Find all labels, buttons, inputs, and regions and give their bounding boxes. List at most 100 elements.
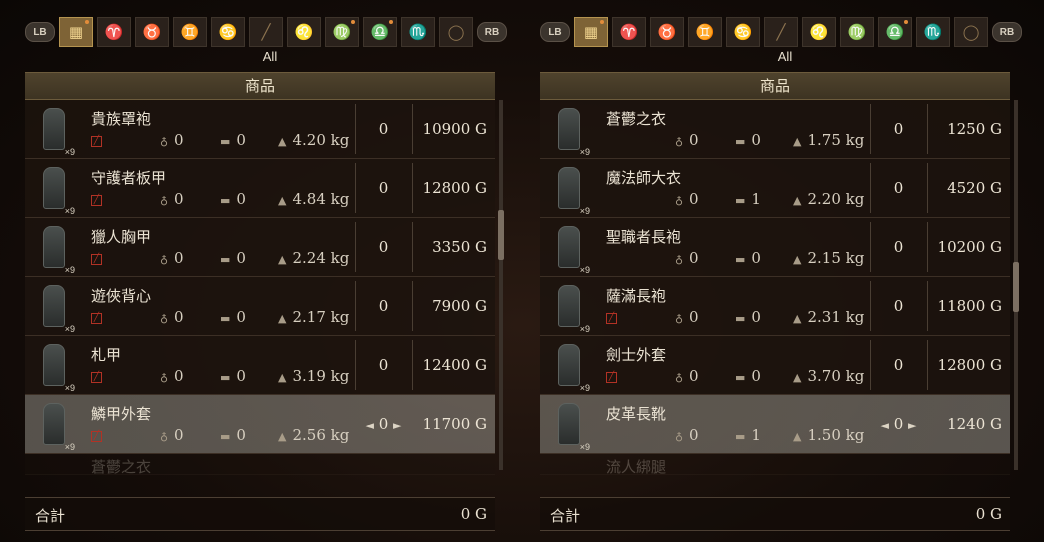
tab-helmet[interactable]: ♉	[135, 17, 169, 47]
item-price: 12800 G	[937, 356, 1002, 374]
weight-icon: ▲	[278, 312, 287, 325]
item-row[interactable]: ×9 札甲 ╱ ♁ 0 ▬ 0 ▲ 3.19 kg 0 12400 G	[25, 336, 495, 395]
purchase-count[interactable]: 0	[355, 179, 412, 197]
item-row[interactable]: ×9 聖職者長袍 ♁ 0 ▬ 0 ▲ 2.15 kg 0 10200 G	[540, 218, 1010, 277]
stat-1: ♁ 0	[160, 308, 184, 326]
scrollbar-thumb[interactable]	[1013, 262, 1019, 312]
item-row[interactable]: ×9 蒼鬱之衣 ♁ 0 ▬ 0 ▲ 1.75 kg 0 1250 G	[540, 100, 1010, 159]
divider	[412, 104, 413, 154]
item-row[interactable]: ×9 劍士外套 ╱ ♁ 0 ▬ 0 ▲ 3.70 kg 0 12800 G	[540, 336, 1010, 395]
item-price: 12800 G	[422, 179, 487, 197]
tab-weapon[interactable]: ♈	[97, 17, 131, 47]
item-row[interactable]: ×9 薩滿長袍 ╱ ♁ 0 ▬ 0 ▲ 2.31 kg 0 11800 G	[540, 277, 1010, 336]
scrollbar-track[interactable]	[499, 100, 503, 470]
stat-2: ▬ 1	[735, 426, 761, 444]
quantity-stepper[interactable]: ◄ 0 ►	[870, 415, 927, 433]
decrease-arrow-icon[interactable]: ◄	[880, 419, 888, 432]
tab-ring[interactable]: ◯	[954, 17, 988, 47]
unequippable-icon: ╱	[606, 372, 617, 383]
item-row-selected[interactable]: ×9 鱗甲外套 ╱ ♁ 0 ▬ 0 ▲ 2.56 kg ◄ 0 ► 11700 G	[25, 395, 495, 454]
filter-label: All	[777, 49, 793, 64]
potion-icon: ♁	[675, 312, 684, 325]
stat-1: ♁ 0	[675, 190, 699, 208]
stock-quantity: ×9	[579, 324, 590, 334]
decrease-arrow-icon[interactable]: ◄	[365, 419, 373, 432]
total-label: 合計	[35, 507, 66, 525]
item-row[interactable]: ×9 魔法師大衣 ♁ 0 ▬ 1 ▲ 2.20 kg 0 4520 G	[540, 159, 1010, 218]
weight-icon: ▲	[793, 312, 802, 325]
tab-arms[interactable]: ♍	[840, 17, 874, 47]
rb-button[interactable]: RB	[477, 22, 507, 42]
tab-legs[interactable]: ♎	[363, 17, 397, 47]
ring-icon: ◯	[962, 23, 980, 41]
increase-arrow-icon[interactable]: ►	[908, 419, 916, 432]
lb-button[interactable]: LB	[540, 22, 570, 42]
chest-icon: ▬	[735, 135, 746, 148]
category-tabbar: LB ▦ ♈ ♉ ♊ ♋ ╱ ♌ ♍ ♎ ♏ ◯ RB	[25, 17, 515, 47]
purchase-count[interactable]: 0	[355, 356, 412, 374]
divider	[412, 281, 413, 331]
armor-thumbnail: ×9	[33, 341, 75, 393]
gloves-icon: ♌	[294, 23, 314, 41]
helmet-icon: ♉	[657, 23, 677, 41]
grid-icon: ▦	[68, 23, 84, 41]
tab-arms[interactable]: ♍	[325, 17, 359, 47]
weight-icon: ▲	[793, 430, 802, 443]
increase-arrow-icon[interactable]: ►	[393, 419, 401, 432]
item-row[interactable]: ×9 遊俠背心 ╱ ♁ 0 ▬ 0 ▲ 2.17 kg 0 7900 G	[25, 277, 495, 336]
potion-icon: ♁	[675, 253, 684, 266]
tab-helmet[interactable]: ♉	[650, 17, 684, 47]
item-row-partial[interactable]: 蒼鬱之衣	[25, 454, 495, 475]
lb-button[interactable]: LB	[25, 22, 55, 42]
chest-icon: ▬	[735, 253, 746, 266]
purchase-count[interactable]: 0	[870, 356, 927, 374]
chest-icon: ▬	[220, 371, 231, 384]
weight-icon: ▲	[278, 430, 287, 443]
item-row-partial[interactable]: 流人綁腿	[540, 454, 1010, 475]
tab-all[interactable]: ▦	[574, 17, 608, 47]
purchase-count[interactable]: 0	[870, 297, 927, 315]
tab-boots[interactable]: ♏	[916, 17, 950, 47]
arm-icon: ♍	[847, 23, 867, 41]
weight: ▲ 3.19 kg	[278, 367, 350, 385]
item-row-selected[interactable]: ×9 皮革長靴 ♁ 0 ▬ 1 ▲ 1.50 kg ◄ 0 ► 1240 G	[540, 395, 1010, 454]
item-name: 鱗甲外套	[91, 405, 152, 423]
filter-label: All	[262, 49, 278, 64]
tab-boots[interactable]: ♏	[401, 17, 435, 47]
tab-gloves[interactable]: ♌	[287, 17, 321, 47]
tab-staff[interactable]: ╱	[764, 17, 798, 47]
tab-cloak[interactable]: ♋	[211, 17, 245, 47]
scrollbar-thumb[interactable]	[498, 210, 504, 260]
stat-1: ♁ 0	[160, 190, 184, 208]
right-shop-panel: LB ▦ ♈ ♉ ♊ ♋ ╱ ♌ ♍ ♎ ♏ ◯ RB All 商品 ×9 蒼鬱…	[540, 0, 1030, 542]
armor-thumbnail: ×9	[548, 400, 590, 452]
purchase-count[interactable]: 0	[355, 120, 412, 138]
rb-button[interactable]: RB	[992, 22, 1022, 42]
tab-armor[interactable]: ♊	[173, 17, 207, 47]
tab-staff[interactable]: ╱	[249, 17, 283, 47]
tab-ring[interactable]: ◯	[439, 17, 473, 47]
tab-armor[interactable]: ♊	[688, 17, 722, 47]
item-price: 10200 G	[937, 238, 1002, 256]
item-row[interactable]: ×9 獵人胸甲 ╱ ♁ 0 ▬ 0 ▲ 2.24 kg 0 3350 G	[25, 218, 495, 277]
purchase-count[interactable]: 0	[870, 238, 927, 256]
stat-1: ♁ 0	[675, 426, 699, 444]
tab-cloak[interactable]: ♋	[726, 17, 760, 47]
item-price: 11700 G	[422, 415, 487, 433]
divider	[412, 163, 413, 213]
purchase-count[interactable]: 0	[355, 238, 412, 256]
tab-gloves[interactable]: ♌	[802, 17, 836, 47]
tab-weapon[interactable]: ♈	[612, 17, 646, 47]
tab-all[interactable]: ▦	[59, 17, 93, 47]
item-price: 1250 G	[947, 120, 1002, 138]
weight: ▲ 2.31 kg	[793, 308, 865, 326]
item-row[interactable]: ×9 貴族罩袍 ╱ ♁ 0 ▬ 0 ▲ 4.20 kg 0 10900 G	[25, 100, 495, 159]
purchase-count[interactable]: 0	[355, 297, 412, 315]
purchase-count[interactable]: 0	[870, 120, 927, 138]
quantity-stepper[interactable]: ◄ 0 ►	[355, 415, 412, 433]
item-name: 聖職者長袍	[606, 228, 682, 246]
stock-quantity: ×9	[64, 383, 75, 393]
purchase-count[interactable]: 0	[870, 179, 927, 197]
tab-legs[interactable]: ♎	[878, 17, 912, 47]
item-row[interactable]: ×9 守護者板甲 ╱ ♁ 0 ▬ 0 ▲ 4.84 kg 0 12800 G	[25, 159, 495, 218]
